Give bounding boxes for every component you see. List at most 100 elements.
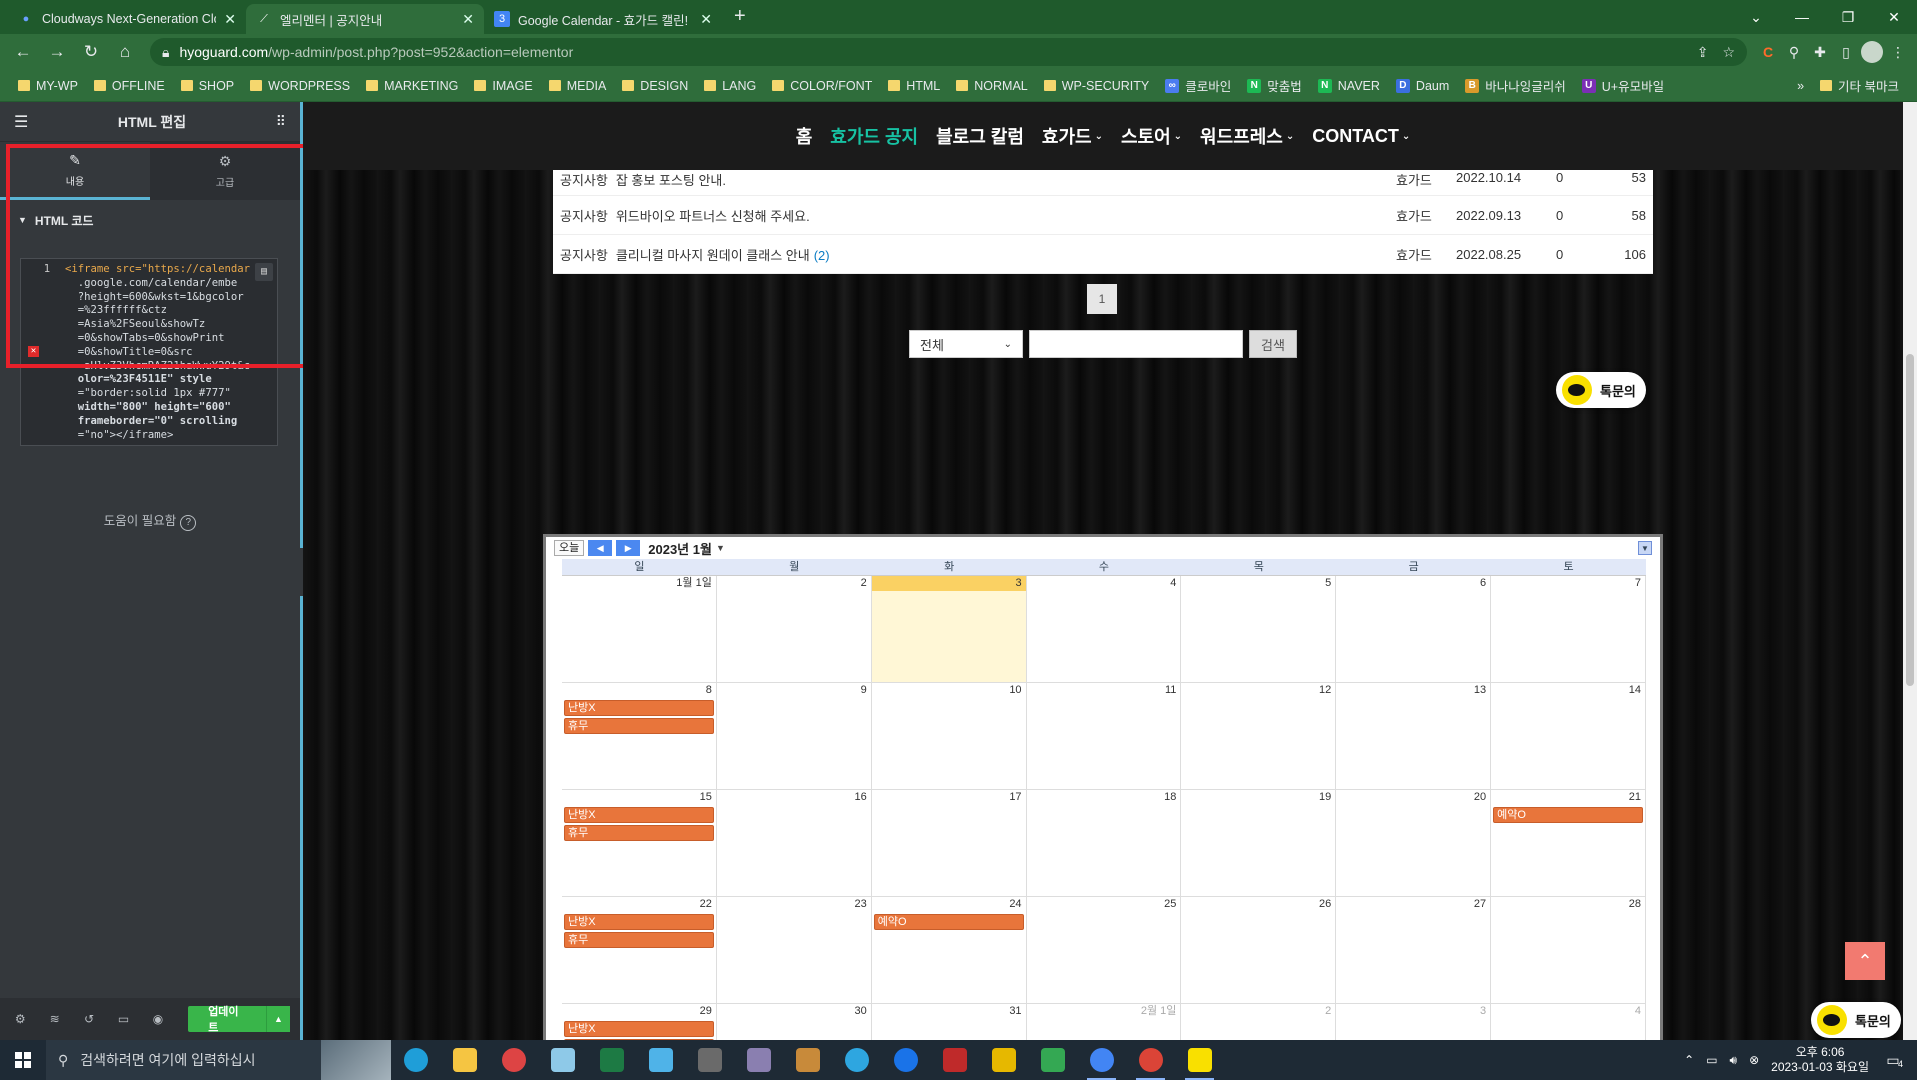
day-cell[interactable]: 5	[1181, 576, 1337, 683]
bookmark-folder[interactable]: MARKETING	[358, 79, 466, 93]
today-button[interactable]: 오늘	[554, 540, 585, 556]
day-cell[interactable]: 3	[871, 576, 1027, 683]
nav-item[interactable]: 워드프레스 ⌄	[1200, 123, 1294, 149]
calculator-taskbar-button[interactable]	[685, 1040, 734, 1080]
bookmark-link[interactable]: N 맞춤법	[1239, 76, 1310, 95]
home-icon[interactable]: ⌂	[110, 37, 140, 67]
day-cell[interactable]: 2	[1181, 1004, 1337, 1040]
calendar-event[interactable]: 난방X	[564, 1021, 714, 1037]
day-cell[interactable]: 22 난방X 휴무	[562, 897, 717, 1004]
prev-month-icon[interactable]: ◀	[588, 540, 613, 556]
day-cell[interactable]: 3	[1336, 1004, 1492, 1040]
month-dropdown-icon[interactable]: ▼	[716, 543, 725, 553]
bookmark-link[interactable]: N NAVER	[1310, 78, 1388, 93]
bookmark-link[interactable]: U U+유모바일	[1574, 76, 1672, 95]
preview-eye-icon[interactable]: ◉	[148, 1012, 168, 1026]
new-tab-button[interactable]: +	[722, 5, 758, 34]
bookmark-link[interactable]: B 바나나잉글리쉬	[1457, 76, 1574, 95]
help-link[interactable]: 도움이 필요함?	[0, 510, 300, 531]
profile-avatar[interactable]	[1861, 41, 1883, 63]
table-row[interactable]: 공지사항 잡 홍보 포스팅 안내. 효가드 2022.10.14 0 53	[553, 170, 1653, 196]
day-cell[interactable]: 13	[1336, 683, 1492, 790]
close-icon[interactable]: ✕	[462, 11, 474, 28]
bookmark-folder[interactable]: OFFLINE	[86, 79, 173, 93]
navigator-layers-icon[interactable]: ≋	[44, 1012, 64, 1026]
side-panel-icon[interactable]: ▯	[1835, 41, 1857, 63]
page-scrollbar[interactable]	[1903, 102, 1917, 1040]
extension-c-icon[interactable]: C	[1757, 41, 1779, 63]
nav-item[interactable]: 홈	[796, 123, 813, 149]
restore-button[interactable]: ❐	[1825, 0, 1871, 34]
kakao-talk-floating-button[interactable]: 톡문의	[1811, 1002, 1901, 1038]
edge-taskbar-button[interactable]	[391, 1040, 440, 1080]
day-cell[interactable]: 4	[1026, 576, 1182, 683]
day-cell[interactable]: 4	[1491, 1004, 1646, 1040]
start-button[interactable]	[0, 1040, 46, 1080]
day-cell[interactable]: 23	[716, 897, 872, 1004]
search-input[interactable]	[1029, 330, 1243, 358]
excel-taskbar-button[interactable]	[587, 1040, 636, 1080]
calendar-event[interactable]: 예약O	[1493, 807, 1643, 823]
status-x-icon[interactable]: ⊗	[1749, 1053, 1759, 1067]
calendar-event[interactable]: 난방X	[564, 700, 714, 716]
day-cell[interactable]: 14	[1491, 683, 1646, 790]
day-cell[interactable]: 15 난방X 휴무	[562, 790, 717, 897]
filezilla-taskbar-button[interactable]	[930, 1040, 979, 1080]
responsive-mode-icon[interactable]: ▭	[113, 1012, 133, 1026]
day-cell[interactable]: 19	[1181, 790, 1337, 897]
day-cell[interactable]: 25	[1026, 897, 1182, 1004]
bookmark-folder[interactable]: LANG	[696, 79, 764, 93]
photos-taskbar-button[interactable]	[734, 1040, 783, 1080]
day-cell[interactable]: 6	[1336, 576, 1492, 683]
nav-item[interactable]: 효가드 ⌄	[1042, 123, 1103, 149]
update-options-icon[interactable]: ▲	[265, 1006, 291, 1032]
tab-search-icon[interactable]: ⌄	[1733, 0, 1779, 34]
calendar-event[interactable]: 예약O	[873, 914, 1024, 930]
settings-icon[interactable]: ⚙	[10, 1012, 30, 1026]
search-scope-select[interactable]: 전체 ⌄	[909, 330, 1023, 358]
day-cell[interactable]: 16	[716, 790, 872, 897]
share-icon[interactable]: ⇪	[1697, 44, 1709, 61]
chevron-up-icon[interactable]: ⌃	[1684, 1053, 1694, 1067]
day-cell[interactable]: 29난방X휴무	[562, 1004, 717, 1040]
chrome-alt-taskbar-button[interactable]	[1126, 1040, 1175, 1080]
menu-dots-icon[interactable]: ⋮	[1887, 41, 1909, 63]
volume-icon[interactable]: 🔊︎	[1730, 1053, 1738, 1068]
bookmark-folder[interactable]: MY-WP	[10, 79, 86, 93]
notice-title-link[interactable]: 위드바이오 파트너스 신청해 주세요.	[616, 209, 810, 224]
network-icon[interactable]: ▭	[1706, 1053, 1717, 1067]
notice-title-link[interactable]: 잡 홍보 포스팅 안내.	[616, 173, 726, 188]
day-cell[interactable]: 31	[872, 1004, 1027, 1040]
nav-item[interactable]: 스토어 ⌄	[1121, 123, 1182, 149]
update-button[interactable]: 업데이트	[188, 1006, 266, 1034]
day-cell[interactable]: 1월 1일	[562, 576, 717, 683]
bookmark-link[interactable]: D Daum	[1388, 78, 1457, 93]
bookmark-folder[interactable]: MEDIA	[541, 79, 615, 93]
extensions-puzzle-icon[interactable]: ✚	[1809, 41, 1831, 63]
bookmark-folder[interactable]: DESIGN	[614, 79, 696, 93]
day-cell[interactable]: 17	[871, 790, 1027, 897]
day-cell[interactable]: 18	[1026, 790, 1182, 897]
taskbar-search[interactable]: ⚲ 검색하려면 여기에 입력하십시	[46, 1040, 391, 1080]
notepad-taskbar-button[interactable]	[538, 1040, 587, 1080]
day-cell[interactable]: 12	[1181, 683, 1337, 790]
kakao-talk-inquiry-button[interactable]: 톡문의	[1556, 372, 1646, 408]
bookmark-folder[interactable]: IMAGE	[466, 79, 540, 93]
tab-google-calendar[interactable]: 3 Google Calendar - 효가드 캘린! ✕	[484, 4, 722, 34]
day-cell[interactable]: 2	[716, 576, 872, 683]
pagination-page[interactable]: 1	[1087, 284, 1117, 314]
reload-icon[interactable]: ↻	[76, 37, 106, 67]
bookmark-folder[interactable]: NORMAL	[948, 79, 1035, 93]
image-editor-taskbar-button[interactable]	[783, 1040, 832, 1080]
chrome-taskbar-button[interactable]	[1077, 1040, 1126, 1080]
other-bookmarks[interactable]: 기타 북마크	[1812, 76, 1907, 95]
calendar-event[interactable]: 난방X	[564, 914, 714, 930]
day-cell[interactable]: 8 난방X 휴무	[562, 683, 717, 790]
minimize-button[interactable]: —	[1779, 0, 1825, 34]
recorder-taskbar-button[interactable]	[489, 1040, 538, 1080]
bookmark-folder[interactable]: WORDPRESS	[242, 79, 358, 93]
drive-taskbar-button[interactable]	[1028, 1040, 1077, 1080]
bookmark-star-icon[interactable]: ☆	[1722, 44, 1735, 61]
bookmark-folder[interactable]: SHOP	[173, 79, 242, 93]
close-window-button[interactable]: ✕	[1871, 0, 1917, 34]
